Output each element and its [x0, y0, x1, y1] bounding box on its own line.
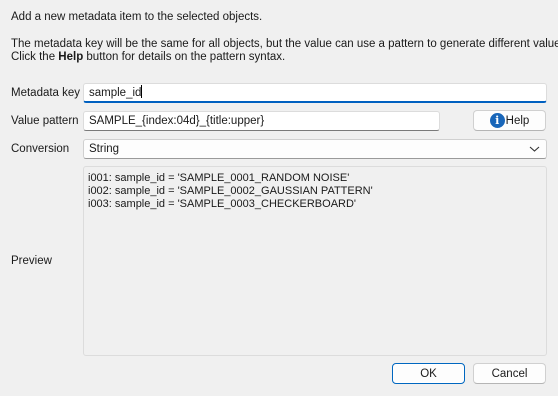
- intro-text-line2: The metadata key will be the same for al…: [11, 38, 558, 50]
- ok-button[interactable]: OK: [392, 363, 465, 384]
- intro-text-line1: Add a new metadata item to the selected …: [11, 11, 263, 23]
- preview-line: i001: sample_id = 'SAMPLE_0001_RANDOM NO…: [88, 172, 350, 184]
- metadata-key-value: sample_id: [89, 87, 142, 99]
- metadata-key-input[interactable]: sample_id: [83, 83, 547, 103]
- chevron-down-icon: [529, 146, 540, 152]
- intro-text-line3-suffix: button for details on the pattern syntax…: [83, 51, 286, 63]
- intro-text-line3: Click the Help button for details on the…: [11, 51, 285, 63]
- value-pattern-value: SAMPLE_{index:04d}_{title:upper}: [89, 115, 265, 127]
- info-icon: i: [489, 113, 505, 128]
- intro-text-line3-prefix: Click the: [11, 51, 59, 63]
- conversion-label: Conversion: [11, 143, 70, 155]
- value-pattern-input[interactable]: SAMPLE_{index:04d}_{title:upper}: [83, 111, 440, 131]
- text-caret: [141, 85, 143, 98]
- preview-label: Preview: [11, 255, 52, 267]
- help-button[interactable]: i Help: [473, 110, 546, 131]
- metadata-key-label: Metadata key: [11, 87, 81, 99]
- help-reference-text: Help: [58, 51, 84, 63]
- help-button-label: Help: [505, 114, 530, 127]
- conversion-dropdown[interactable]: String: [83, 139, 547, 159]
- conversion-value: String: [89, 143, 120, 155]
- cancel-button[interactable]: Cancel: [473, 363, 546, 384]
- value-pattern-label: Value pattern: [11, 115, 79, 127]
- preview-line: i002: sample_id = 'SAMPLE_0002_GAUSSIAN …: [88, 185, 373, 197]
- preview-line: i003: sample_id = 'SAMPLE_0003_CHECKERBO…: [88, 198, 357, 210]
- preview-box: i001: sample_id = 'SAMPLE_0001_RANDOM NO…: [83, 166, 547, 356]
